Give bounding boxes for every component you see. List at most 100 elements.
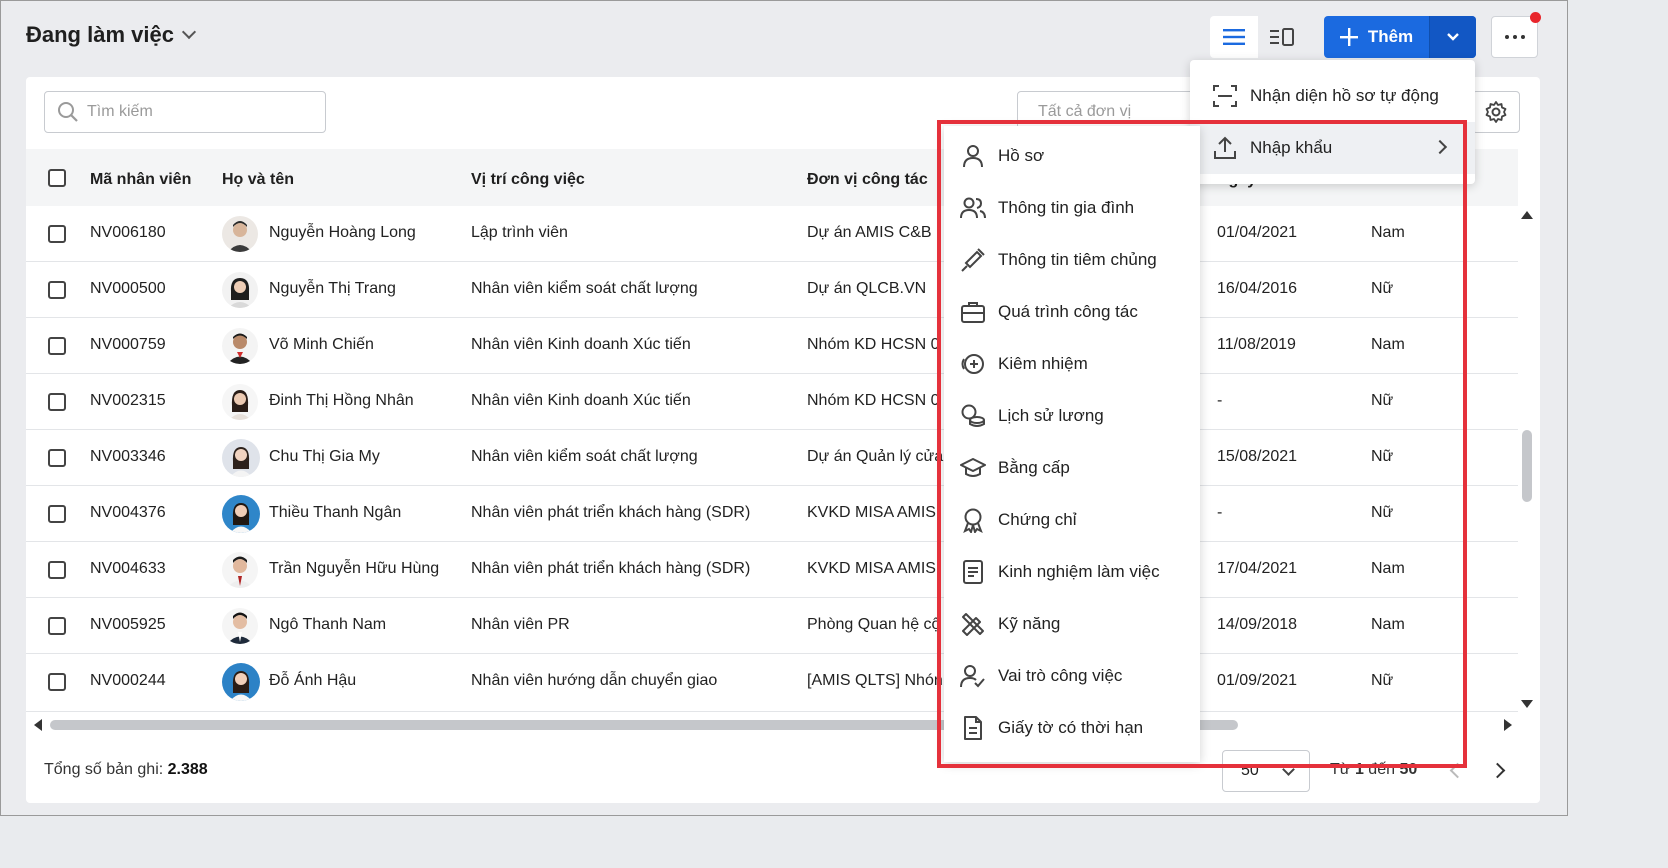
import-item-concurrent[interactable]: Kiêm nhiệm: [944, 338, 1200, 390]
avatar: [222, 552, 258, 588]
import-item-certificate[interactable]: Chứng chỉ: [944, 494, 1200, 546]
list-view-button[interactable]: [1210, 16, 1258, 58]
gender: Nữ: [1371, 672, 1394, 689]
add-button[interactable]: Thêm: [1324, 16, 1429, 58]
table-row[interactable]: NV004633 Trần Nguyễn Hữu Hùng Nhân viên …: [26, 542, 1518, 598]
table-row[interactable]: NV003346 Chu Thị Gia My Nhân viên kiểm s…: [26, 430, 1518, 486]
import-item-profile[interactable]: Hồ sơ: [944, 130, 1200, 182]
column-settings-button[interactable]: [1472, 91, 1520, 133]
split-view-icon: [1270, 28, 1294, 46]
search-input[interactable]: Tìm kiếm: [44, 91, 326, 133]
import-item-degree[interactable]: Bằng cấp: [944, 442, 1200, 494]
chevron-right-icon: [1432, 139, 1448, 155]
row-checkbox[interactable]: [48, 225, 66, 243]
employee-id: NV004633: [90, 560, 166, 577]
total-records: Tổng số bản ghi: 2.388: [44, 761, 208, 779]
menu-item-import[interactable]: Nhập khẩu: [1190, 122, 1475, 174]
scroll-right-arrow[interactable]: [1504, 719, 1512, 731]
more-dots-icon: [1504, 35, 1509, 39]
scroll-left-arrow[interactable]: [34, 719, 42, 731]
row-checkbox[interactable]: [48, 337, 66, 355]
employee-name[interactable]: Trần Nguyễn Hữu Hùng: [269, 560, 439, 578]
row-checkbox[interactable]: [48, 449, 66, 467]
employee-id: NV000500: [90, 280, 166, 297]
employee-name[interactable]: Thiều Thanh Ngân: [269, 504, 401, 522]
official-date: 16/04/2016: [1217, 280, 1298, 297]
import-item-label: Kinh nghiệm làm việc: [998, 562, 1160, 581]
employee-name[interactable]: Võ Minh Chiến: [269, 336, 374, 354]
row-checkbox[interactable]: [48, 673, 66, 691]
employee-position: Nhân viên Kinh doanh Xúc tiến: [471, 392, 691, 409]
employee-position: Lập trình viên: [471, 224, 568, 241]
gender: Nữ: [1371, 504, 1394, 521]
employee-id: NV000244: [90, 672, 166, 689]
import-item-label: Hồ sơ: [998, 146, 1045, 165]
gender: Nam: [1371, 616, 1405, 633]
employee-name[interactable]: Đinh Thị Hồng Nhân: [269, 392, 414, 410]
gender: Nữ: [1371, 448, 1394, 465]
official-date: 01/09/2021: [1217, 672, 1298, 689]
import-item-salary-history[interactable]: Lịch sử lương: [944, 390, 1200, 442]
employee-id: NV002315: [90, 392, 166, 409]
more-options-button[interactable]: [1491, 16, 1538, 58]
import-item-job-role[interactable]: Vai trò công việc: [944, 650, 1200, 702]
import-item-label: Lịch sử lương: [998, 406, 1104, 425]
import-item-experience[interactable]: Kinh nghiệm làm việc: [944, 546, 1200, 598]
gear-icon: [1485, 101, 1507, 123]
import-item-documents[interactable]: Giấy tờ có thời hạn: [944, 702, 1200, 754]
import-item-label: Giấy tờ có thời hạn: [998, 718, 1144, 737]
scroll-down-arrow[interactable]: [1521, 700, 1533, 708]
horizontal-scrollbar: [26, 712, 1518, 738]
range-prefix: Từ: [1330, 761, 1351, 778]
import-item-work-history[interactable]: Quá trình công tác: [944, 286, 1200, 338]
avatar: [222, 272, 258, 308]
notification-dot: [1530, 12, 1541, 23]
scan-icon: [1213, 85, 1237, 107]
search-placeholder: Tìm kiếm: [87, 103, 153, 120]
employee-position: Nhân viên kiểm soát chất lượng: [471, 280, 698, 297]
row-checkbox[interactable]: [48, 393, 66, 411]
employee-id: NV004376: [90, 504, 166, 521]
menu-item-auto-recognition[interactable]: Nhận diện hồ sơ tự động: [1190, 70, 1475, 122]
page-size-select[interactable]: 50: [1222, 750, 1310, 792]
split-view-button[interactable]: [1258, 16, 1306, 58]
table-row[interactable]: NV000500 Nguyễn Thị Trang Nhân viên kiểm…: [26, 262, 1518, 318]
table-row[interactable]: NV002315 Đinh Thị Hồng Nhân Nhân viên Ki…: [26, 374, 1518, 430]
table-row[interactable]: NV004376 Thiều Thanh Ngân Nhân viên phát…: [26, 486, 1518, 542]
vertical-scrollbar-thumb[interactable]: [1522, 430, 1532, 502]
gender: Nữ: [1371, 392, 1394, 409]
more-dot: [1520, 35, 1525, 39]
scroll-up-arrow[interactable]: [1521, 211, 1533, 219]
official-date: 17/04/2021: [1217, 560, 1298, 577]
family-icon: [960, 197, 986, 219]
employee-name[interactable]: Nguyễn Hoàng Long: [269, 224, 416, 242]
employee-id: NV003346: [90, 448, 166, 465]
column-header-unit[interactable]: Đơn vị công tác: [807, 171, 928, 189]
table-row[interactable]: NV000759 Võ Minh Chiến Nhân viên Kinh do…: [26, 318, 1518, 374]
import-item-skills[interactable]: Kỹ năng: [944, 598, 1200, 650]
select-all-checkbox[interactable]: [48, 169, 66, 187]
table-row[interactable]: NV005925 Ngô Thanh Nam Nhân viên PR Phòn…: [26, 598, 1518, 654]
column-header-position[interactable]: Vị trí công việc: [471, 171, 585, 189]
page-title[interactable]: Đang làm việc: [26, 22, 197, 48]
row-checkbox[interactable]: [48, 617, 66, 635]
column-header-full-name[interactable]: Họ và tên: [222, 171, 294, 189]
import-item-family[interactable]: Thông tin gia đình: [944, 182, 1200, 234]
row-checkbox[interactable]: [48, 505, 66, 523]
add-dropdown-toggle[interactable]: [1429, 16, 1476, 58]
syringe-icon: [961, 248, 985, 272]
table-row[interactable]: NV000244 Đỗ Ánh Hậu Nhân viên hướng dẫn …: [26, 654, 1518, 712]
row-checkbox[interactable]: [48, 561, 66, 579]
row-checkbox[interactable]: [48, 281, 66, 299]
employee-name[interactable]: Nguyễn Thị Trang: [269, 280, 396, 298]
add-dropdown-menu: Nhận diện hồ sơ tự động Nhập khẩu: [1190, 60, 1475, 184]
employee-name[interactable]: Ngô Thanh Nam: [269, 616, 386, 634]
column-header-employee-id[interactable]: Mã nhân viên: [90, 171, 191, 189]
table-row[interactable]: NV006180 Nguyễn Hoàng Long Lập trình viê…: [26, 206, 1518, 262]
employee-name[interactable]: Đỗ Ánh Hậu: [269, 672, 356, 690]
employee-name[interactable]: Chu Thị Gia My: [269, 448, 380, 466]
employee-position: Nhân viên PR: [471, 616, 570, 633]
import-item-vaccination[interactable]: Thông tin tiêm chủng: [944, 234, 1200, 286]
add-button-group: Thêm: [1324, 16, 1476, 58]
import-item-label: Kỹ năng: [998, 614, 1061, 633]
